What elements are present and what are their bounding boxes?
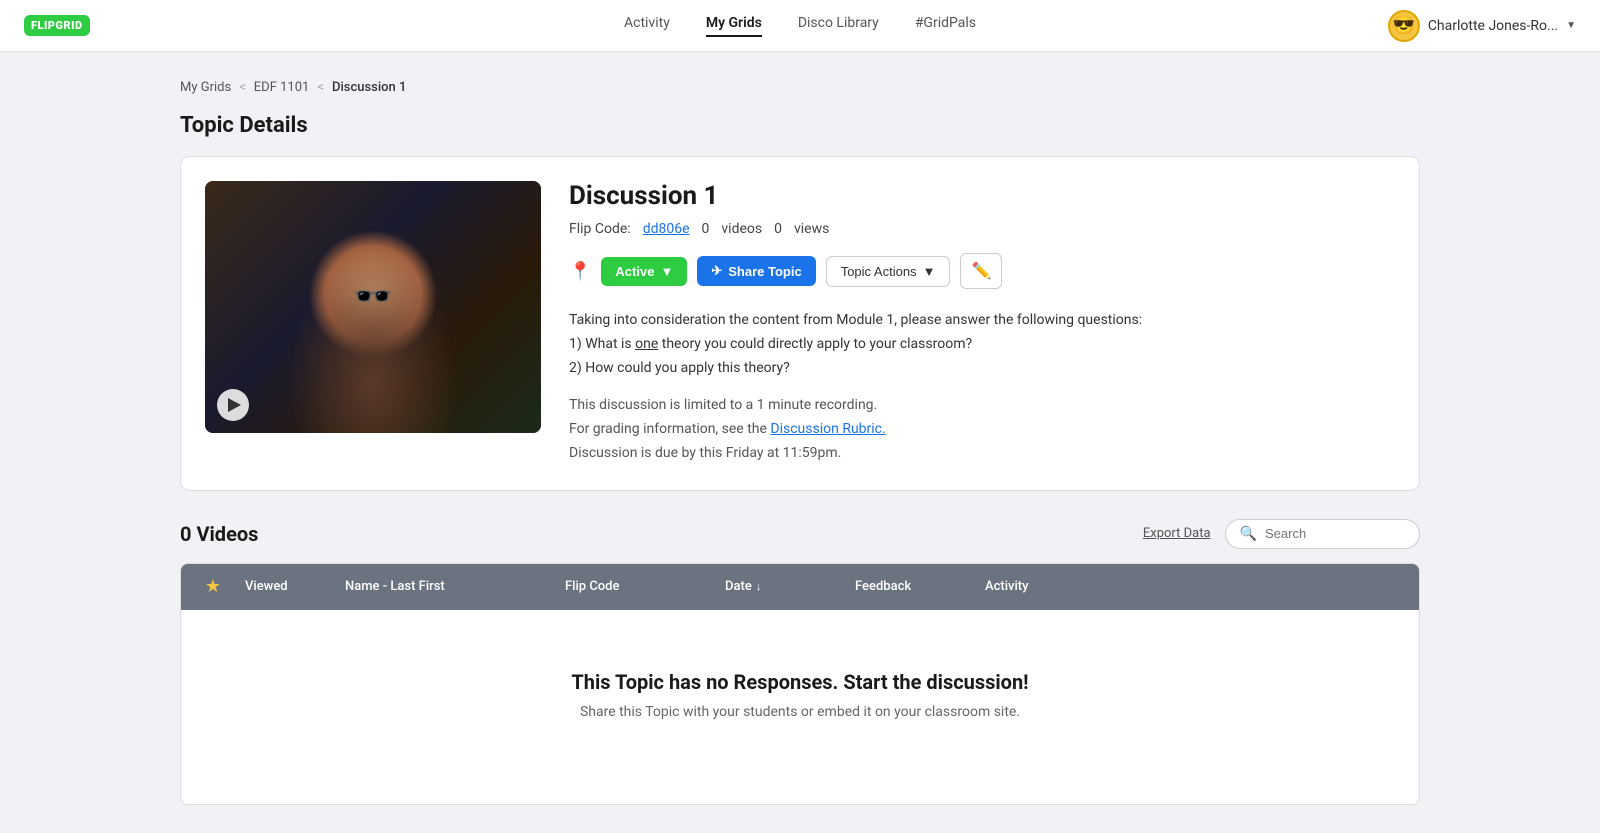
nav-activity[interactable]: Activity (624, 15, 670, 37)
empty-subtitle: Share this Topic with your students or e… (201, 704, 1399, 720)
videos-count-label: 0 Videos (180, 522, 258, 546)
active-button[interactable]: Active ▼ (601, 257, 687, 286)
videos-controls: Export Data 🔍 (1143, 519, 1420, 549)
topic-actions-button[interactable]: Topic Actions ▼ (826, 256, 951, 287)
nav-my-grids[interactable]: My Grids (706, 15, 762, 37)
topic-note: This discussion is limited to a 1 minute… (569, 394, 1395, 465)
search-box: 🔍 (1225, 519, 1420, 549)
views-label: views (794, 221, 829, 237)
breadcrumb-current: Discussion 1 (332, 80, 406, 95)
table-header: ★ Viewed Name - Last First Flip Code Dat… (181, 564, 1419, 610)
logo: FLIPGRID (24, 15, 90, 36)
chevron-down-icon: ▼ (923, 264, 936, 279)
user-name: Charlotte Jones-Ro... (1428, 18, 1558, 34)
chevron-down-icon: ▼ (660, 264, 673, 279)
breadcrumb-edf1101[interactable]: EDF 1101 (254, 80, 310, 95)
flip-code-link[interactable]: dd806e (643, 221, 690, 237)
video-placeholder: 🕶️ (205, 181, 541, 433)
th-star[interactable]: ★ (189, 576, 237, 597)
views-count: 0 (774, 221, 782, 237)
topic-title: Discussion 1 (569, 181, 1395, 211)
videos-table: ★ Viewed Name - Last First Flip Code Dat… (180, 563, 1420, 805)
logo-badge: FLIPGRID (24, 15, 90, 36)
main-content: My Grids < EDF 1101 < Discussion 1 Topic… (140, 52, 1460, 833)
glasses-overlay: 🕶️ (353, 277, 393, 315)
share-icon: ✈ (711, 263, 722, 279)
th-viewed[interactable]: Viewed (237, 579, 337, 594)
discussion-rubric-link[interactable]: Discussion Rubric. (770, 421, 885, 437)
topic-actions-row: 📍 Active ▼ ✈ Share Topic Topic Actions ▼… (569, 253, 1395, 289)
topic-meta: Flip Code: dd806e 0 videos 0 views (569, 221, 1395, 237)
breadcrumb-sep-1: < (239, 80, 246, 95)
th-date[interactable]: Date ↓ (717, 579, 847, 594)
underline-one: one (635, 336, 658, 352)
nav-gridpals[interactable]: #GridPals (915, 15, 976, 37)
th-flip-code[interactable]: Flip Code (557, 579, 717, 594)
play-button[interactable] (217, 389, 249, 421)
navbar: FLIPGRID Activity My Grids Disco Library… (0, 0, 1600, 52)
videos-label: videos (721, 221, 762, 237)
location-icon: 📍 (569, 261, 591, 282)
topic-video-thumbnail[interactable]: 🕶️ (205, 181, 541, 433)
breadcrumb: My Grids < EDF 1101 < Discussion 1 (180, 80, 1420, 95)
th-feedback[interactable]: Feedback (847, 579, 977, 594)
table-empty-state: This Topic has no Responses. Start the d… (181, 610, 1419, 804)
pencil-icon: ✏️ (971, 261, 991, 281)
empty-title: This Topic has no Responses. Start the d… (201, 670, 1399, 694)
share-topic-button[interactable]: ✈ Share Topic (697, 256, 815, 286)
topic-card: 🕶️ Discussion 1 Flip Code: dd806e 0 vide… (180, 156, 1420, 491)
search-input[interactable] (1265, 526, 1405, 541)
avatar: 😎 (1388, 10, 1420, 42)
search-icon: 🔍 (1240, 526, 1257, 542)
page-title: Topic Details (180, 113, 1420, 138)
edit-button[interactable]: ✏️ (960, 253, 1002, 289)
breadcrumb-my-grids[interactable]: My Grids (180, 80, 231, 95)
breadcrumb-sep-2: < (317, 80, 324, 95)
chevron-down-icon: ▼ (1566, 20, 1576, 31)
nav-links: Activity My Grids Disco Library #GridPal… (624, 15, 976, 37)
nav-disco-library[interactable]: Disco Library (798, 15, 879, 37)
th-name[interactable]: Name - Last First (337, 579, 557, 594)
videos-header: 0 Videos Export Data 🔍 (180, 519, 1420, 549)
videos-count: 0 (702, 221, 710, 237)
export-data-link[interactable]: Export Data (1143, 526, 1211, 541)
topic-info: Discussion 1 Flip Code: dd806e 0 videos … (569, 181, 1395, 466)
sort-icon: ↓ (756, 580, 762, 593)
topic-description: Taking into consideration the content fr… (569, 309, 1395, 380)
user-menu[interactable]: 😎 Charlotte Jones-Ro... ▼ (1388, 10, 1576, 42)
flip-code-label: Flip Code: (569, 221, 631, 237)
videos-section: 0 Videos Export Data 🔍 ★ Viewed Name - L (180, 519, 1420, 805)
th-activity[interactable]: Activity (977, 579, 1097, 594)
